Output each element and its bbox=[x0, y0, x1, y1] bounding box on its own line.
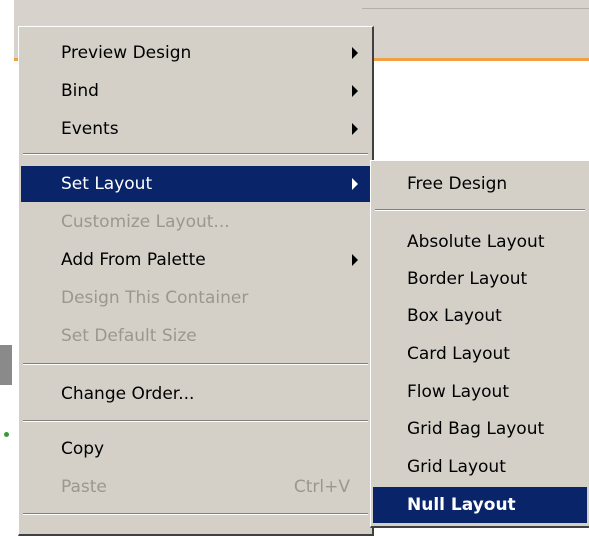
menu-item-label: Design This Container bbox=[61, 288, 249, 308]
menu-item-set-layout[interactable]: Set Layout bbox=[21, 166, 370, 202]
design-canvas bbox=[360, 61, 589, 156]
menu-item-add-from-palette[interactable]: Add From Palette bbox=[21, 242, 370, 278]
menu-item-set-default-size[interactable]: Set Default Size bbox=[21, 318, 370, 354]
menu-item-design-this-container[interactable]: Design This Container bbox=[21, 280, 370, 316]
editor-divider bbox=[362, 8, 589, 9]
submenu-arrow-icon bbox=[352, 254, 358, 266]
menu-item-label: Customize Layout... bbox=[61, 212, 230, 232]
submenu-item-label: Absolute Layout bbox=[407, 232, 545, 252]
submenu-item-label: Flow Layout bbox=[407, 382, 509, 402]
menu-separator bbox=[23, 153, 368, 155]
submenu-item-label: Card Layout bbox=[407, 344, 510, 364]
context-menu: Preview Design Bind Events Set Layout Cu… bbox=[18, 26, 374, 536]
menu-item-events[interactable]: Events bbox=[21, 111, 370, 147]
status-dot bbox=[4, 432, 9, 437]
menu-item-label: Add From Palette bbox=[61, 250, 206, 270]
menu-item-copy[interactable]: Copy bbox=[21, 431, 370, 467]
menu-item-label: Set Default Size bbox=[61, 326, 197, 346]
layout-submenu: Free Design Absolute Layout Border Layou… bbox=[370, 160, 589, 528]
menu-item-preview-design[interactable]: Preview Design bbox=[21, 35, 370, 71]
submenu-item-label: Null Layout bbox=[407, 495, 516, 515]
submenu-arrow-icon bbox=[352, 85, 358, 97]
menu-item-label: Set Layout bbox=[61, 174, 153, 194]
menu-item-label: Paste bbox=[61, 477, 107, 497]
menu-item-label: Copy bbox=[61, 439, 105, 459]
submenu-item-null-layout[interactable]: Null Layout bbox=[373, 487, 587, 523]
submenu-item-grid-bag-layout[interactable]: Grid Bag Layout bbox=[373, 411, 587, 447]
submenu-arrow-icon bbox=[352, 178, 358, 190]
submenu-arrow-icon bbox=[352, 123, 358, 135]
shortcut-label: Ctrl+V bbox=[293, 477, 350, 497]
submenu-item-absolute-layout[interactable]: Absolute Layout bbox=[373, 224, 587, 260]
menu-item-customize-layout[interactable]: Customize Layout... bbox=[21, 204, 370, 240]
menu-separator bbox=[23, 420, 368, 422]
menu-item-label: Events bbox=[61, 119, 119, 139]
submenu-item-box-layout[interactable]: Box Layout bbox=[373, 298, 587, 334]
submenu-item-label: Box Layout bbox=[407, 306, 502, 326]
submenu-item-flow-layout[interactable]: Flow Layout bbox=[373, 374, 587, 410]
submenu-arrow-icon bbox=[352, 47, 358, 59]
menu-separator bbox=[375, 209, 585, 211]
submenu-item-card-layout[interactable]: Card Layout bbox=[373, 336, 587, 372]
submenu-item-label: Free Design bbox=[407, 174, 508, 194]
submenu-item-grid-layout[interactable]: Grid Layout bbox=[373, 449, 587, 485]
editor-left-margin bbox=[0, 0, 14, 531]
menu-separator bbox=[23, 363, 368, 365]
submenu-item-label: Grid Bag Layout bbox=[407, 419, 545, 439]
menu-item-paste[interactable]: Paste Ctrl+V bbox=[21, 469, 370, 505]
component-edge bbox=[0, 345, 12, 385]
menu-separator bbox=[23, 513, 368, 515]
menu-item-label: Preview Design bbox=[61, 43, 192, 63]
submenu-item-label: Grid Layout bbox=[407, 457, 506, 477]
menu-item-bind[interactable]: Bind bbox=[21, 73, 370, 109]
submenu-item-label: Border Layout bbox=[407, 269, 528, 289]
menu-item-label: Bind bbox=[61, 81, 99, 101]
submenu-item-border-layout[interactable]: Border Layout bbox=[373, 261, 587, 297]
submenu-item-free-design[interactable]: Free Design bbox=[373, 166, 587, 202]
menu-item-label: Change Order... bbox=[61, 384, 195, 404]
menu-item-change-order[interactable]: Change Order... bbox=[21, 376, 370, 412]
